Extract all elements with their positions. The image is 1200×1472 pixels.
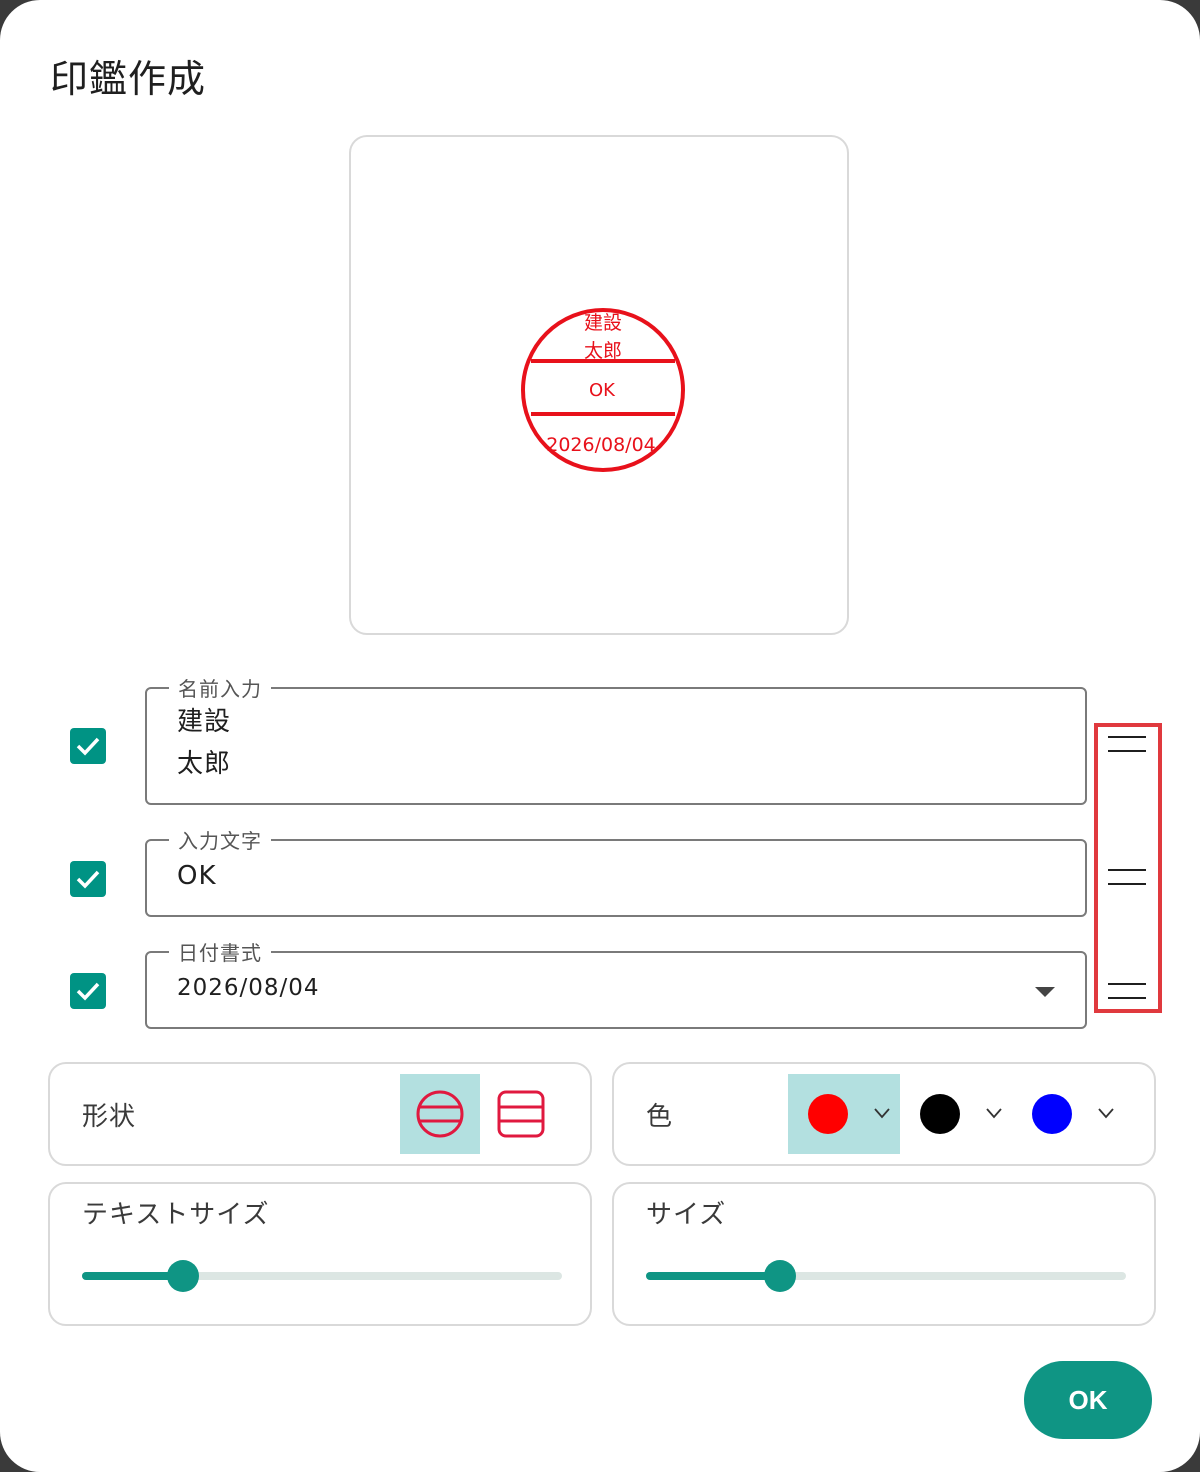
color-blue-button[interactable] [1012,1074,1124,1154]
date-format-value: 2026/08/04 [177,975,320,1001]
shape-circle-button[interactable] [400,1074,480,1154]
chevron-down-icon[interactable] [874,1105,890,1121]
check-icon [76,737,100,756]
circle-shape-icon [416,1090,464,1138]
color-label: 色 [646,1102,674,1132]
text-size-label: テキストサイズ [82,1200,270,1230]
seal-name-line2: 太郎 [584,340,622,362]
color-black-button[interactable] [900,1074,1012,1154]
color-card: 色 [612,1062,1156,1166]
name-checkbox[interactable] [70,728,106,764]
seal-name-line1: 建設 [584,312,622,334]
seal-date-text: 2026/08/04 [546,434,656,456]
size-label: サイズ [646,1200,727,1230]
chevron-down-icon[interactable] [1098,1105,1114,1121]
size-card: サイズ [612,1182,1156,1326]
name-input-field[interactable]: 名前入力 建設 太郎 [145,673,1087,805]
shape-label: 形状 [82,1102,137,1132]
check-icon [76,982,100,1001]
drag-handle-icon-text[interactable] [1108,869,1148,893]
size-slider-fill [646,1272,781,1280]
dropdown-arrow-icon[interactable] [1035,987,1055,997]
drag-handle-icon-date[interactable] [1108,983,1148,1007]
drag-handles-highlight [1094,723,1162,1013]
stamp-dialog: 印鑑作成 建設 太郎 OK 2026/08/04 名前入力 建設 太郎 入力文字… [0,0,1200,1472]
shape-card: 形状 [48,1062,592,1166]
date-checkbox[interactable] [70,973,106,1009]
name-input-label: 名前入力 [169,673,271,702]
size-slider-thumb[interactable] [764,1260,797,1292]
text-input-value[interactable]: OK [177,855,217,897]
color-red-button[interactable] [788,1074,900,1154]
text-checkbox[interactable] [70,861,106,897]
black-color-swatch [920,1094,960,1134]
dialog-title: 印鑑作成 [50,57,207,101]
red-color-swatch [808,1094,848,1134]
text-size-card: テキストサイズ [48,1182,592,1326]
rounded-square-shape-icon [497,1090,545,1138]
date-format-select[interactable]: 日付書式 2026/08/04 [145,937,1087,1029]
ok-button[interactable]: OK [1024,1361,1152,1439]
drag-handle-icon-name[interactable] [1108,736,1148,760]
date-format-label: 日付書式 [169,937,271,966]
check-icon [76,870,100,889]
seal-middle-text: OK [589,380,616,401]
text-size-slider-thumb[interactable] [166,1260,199,1292]
stamp-preview-seal: 建設 太郎 OK 2026/08/04 [521,308,685,472]
blue-color-swatch [1032,1094,1072,1134]
text-input-field[interactable]: 入力文字 OK [145,825,1087,917]
stamp-preview: 建設 太郎 OK 2026/08/04 [349,135,849,635]
shape-rounded-square-button[interactable] [480,1074,560,1154]
name-input-value[interactable]: 建設 太郎 [177,701,231,785]
text-input-label: 入力文字 [169,825,271,854]
chevron-down-icon[interactable] [986,1105,1002,1121]
